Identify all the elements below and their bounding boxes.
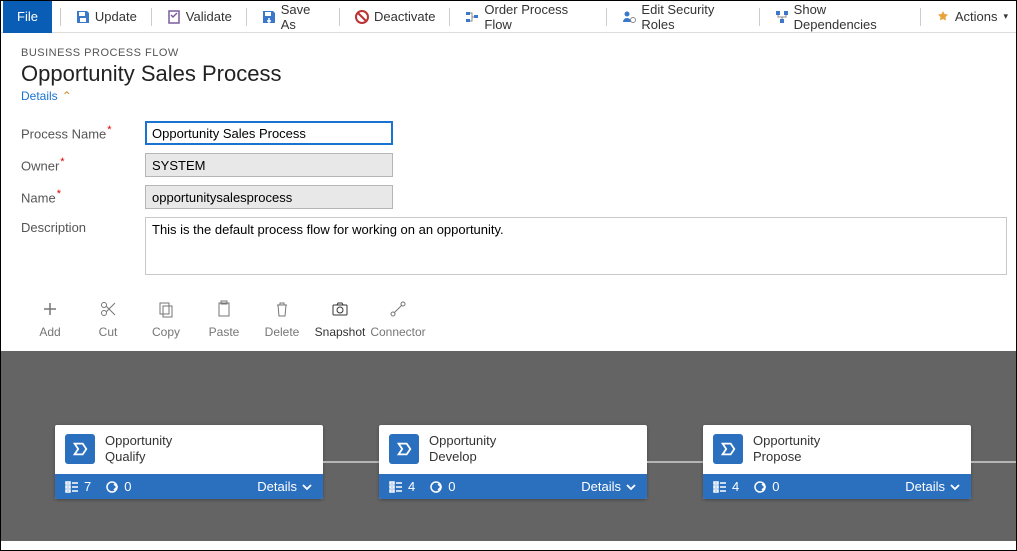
process-name-label: Process Name* xyxy=(21,121,145,141)
stage-card[interactable]: OpportunityPropose 4 0 Details xyxy=(703,425,971,499)
separator xyxy=(606,8,607,26)
page-title: Opportunity Sales Process xyxy=(21,61,996,87)
connector-line xyxy=(647,461,703,463)
chevron-down-icon xyxy=(625,481,637,493)
description-textarea[interactable] xyxy=(145,217,1007,275)
stage-icon xyxy=(389,434,419,464)
design-canvas[interactable]: OpportunityQualify 7 0 Details Opportuni… xyxy=(1,351,1016,541)
add-tool[interactable]: Add xyxy=(21,299,79,339)
actions-menu[interactable]: Actions ▾ xyxy=(929,7,1014,27)
paste-icon xyxy=(214,299,234,319)
editor-toolbar: Add Cut Copy Paste Delete Snapshot Conne… xyxy=(1,293,1016,351)
stage-name: OpportunityPropose xyxy=(753,433,820,464)
edit-security-roles-button[interactable]: Edit Security Roles xyxy=(615,0,750,34)
bpf-type-label: BUSINESS PROCESS FLOW xyxy=(21,47,996,59)
steps-count: 4 xyxy=(389,479,415,494)
separator xyxy=(246,8,247,26)
chevron-down-icon xyxy=(301,481,313,493)
separator xyxy=(449,8,450,26)
paste-tool[interactable]: Paste xyxy=(195,299,253,339)
chevron-up-icon: ⌃ xyxy=(62,89,72,103)
connector-icon xyxy=(388,299,408,319)
copy-icon xyxy=(156,299,176,319)
separator xyxy=(151,8,152,26)
dependencies-icon xyxy=(774,9,790,25)
steps-count: 4 xyxy=(713,479,739,494)
dropdown-icon: ▾ xyxy=(1004,11,1009,22)
owner-input[interactable] xyxy=(145,153,393,177)
cut-tool[interactable]: Cut xyxy=(79,299,137,339)
stage-name: OpportunityDevelop xyxy=(429,433,496,464)
separator xyxy=(920,8,921,26)
show-dependencies-button[interactable]: Show Dependencies xyxy=(768,0,912,34)
separator xyxy=(759,8,760,26)
details-expander[interactable]: Details ⌃ xyxy=(21,89,72,103)
order-flow-icon xyxy=(464,9,480,25)
branches-count: 0 xyxy=(429,479,455,494)
snapshot-tool[interactable]: Snapshot xyxy=(311,299,369,339)
security-roles-icon xyxy=(621,9,637,25)
save-icon xyxy=(75,9,91,25)
stage-card[interactable]: OpportunityQualify 7 0 Details xyxy=(55,425,323,499)
trash-icon xyxy=(272,299,292,319)
validate-button[interactable]: Validate xyxy=(160,7,238,27)
stage-name: OpportunityQualify xyxy=(105,433,172,464)
copy-tool[interactable]: Copy xyxy=(137,299,195,339)
scissors-icon xyxy=(98,299,118,319)
plus-icon xyxy=(40,299,60,319)
stage-details-button[interactable]: Details xyxy=(257,479,313,494)
deactivate-icon xyxy=(354,9,370,25)
actions-icon xyxy=(935,9,951,25)
owner-label: Owner* xyxy=(21,153,145,173)
steps-count: 7 xyxy=(65,479,91,494)
separator xyxy=(339,8,340,26)
form-area: Process Name* Owner* Name* Description P… xyxy=(1,109,1016,293)
save-as-button[interactable]: Save As xyxy=(255,0,331,34)
separator xyxy=(60,8,61,26)
stage-details-button[interactable]: Details xyxy=(905,479,961,494)
name-input[interactable] xyxy=(145,185,393,209)
stage-row: OpportunityQualify 7 0 Details Opportuni… xyxy=(1,425,1016,499)
stage-details-button[interactable]: Details xyxy=(581,479,637,494)
order-process-flow-button[interactable]: Order Process Flow xyxy=(458,0,598,34)
file-menu[interactable]: File xyxy=(3,1,52,33)
stage-icon xyxy=(713,434,743,464)
camera-icon xyxy=(330,299,350,319)
name-label: Name* xyxy=(21,185,145,205)
deactivate-button[interactable]: Deactivate xyxy=(348,7,441,27)
connector-line xyxy=(323,461,379,463)
branches-count: 0 xyxy=(753,479,779,494)
save-as-icon xyxy=(261,9,277,25)
stage-icon xyxy=(65,434,95,464)
header: BUSINESS PROCESS FLOW Opportunity Sales … xyxy=(1,33,1016,109)
description-label: Description xyxy=(21,217,145,235)
main-toolbar: File Update Validate Save As Deactivate … xyxy=(1,1,1016,33)
connector-tool[interactable]: Connector xyxy=(369,299,427,339)
validate-icon xyxy=(166,9,182,25)
delete-tool[interactable]: Delete xyxy=(253,299,311,339)
update-button[interactable]: Update xyxy=(69,7,143,27)
branches-count: 0 xyxy=(105,479,131,494)
chevron-down-icon xyxy=(949,481,961,493)
process-name-input[interactable] xyxy=(145,121,393,145)
connector-line xyxy=(971,461,1016,463)
stage-card[interactable]: OpportunityDevelop 4 0 Details xyxy=(379,425,647,499)
